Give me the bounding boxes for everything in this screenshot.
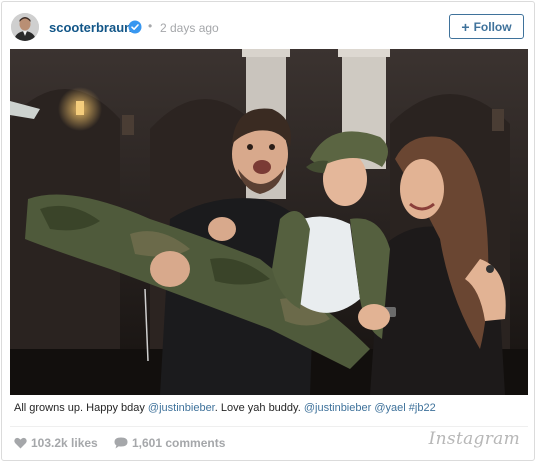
likes-count[interactable]: 103.2k likes <box>14 435 98 451</box>
comment-bubble-icon <box>114 437 128 449</box>
post-timestamp[interactable]: 2 days ago <box>160 21 219 35</box>
avatar[interactable] <box>11 13 39 41</box>
follow-button[interactable]: + Follow <box>449 14 524 39</box>
mention-link[interactable]: @justinbieber <box>148 402 215 414</box>
instagram-embed-card: scooterbraun • 2 days ago + Follow All g… <box>1 1 535 461</box>
post-caption: All growns up. Happy bday @justinbieber.… <box>14 402 524 414</box>
heart-icon <box>14 437 27 449</box>
follow-label: Follow <box>473 19 512 34</box>
party-photo-illustration <box>10 49 528 395</box>
caption-text: . Love yah buddy. <box>214 402 304 414</box>
caption-text: All growns up. Happy bday <box>14 402 148 414</box>
post-header: scooterbraun • 2 days ago + Follow <box>2 2 534 50</box>
comments-label: 1,601 comments <box>132 436 226 450</box>
username[interactable]: scooterbraun <box>49 20 132 35</box>
hashtag-link[interactable]: #jb22 <box>409 402 436 414</box>
likes-label: 103.2k likes <box>31 436 98 450</box>
comments-count[interactable]: 1,601 comments <box>114 435 225 451</box>
post-photo[interactable] <box>10 49 528 395</box>
plus-icon: + <box>461 18 470 35</box>
verified-badge-icon <box>128 20 142 34</box>
instagram-logo[interactable]: Instagram <box>429 429 520 449</box>
mention-link[interactable]: @justinbieber <box>304 402 371 414</box>
separator-dot: • <box>148 19 153 33</box>
mention-link[interactable]: @yael <box>374 402 405 414</box>
avatar-image <box>11 13 39 41</box>
footer-divider <box>10 426 528 427</box>
